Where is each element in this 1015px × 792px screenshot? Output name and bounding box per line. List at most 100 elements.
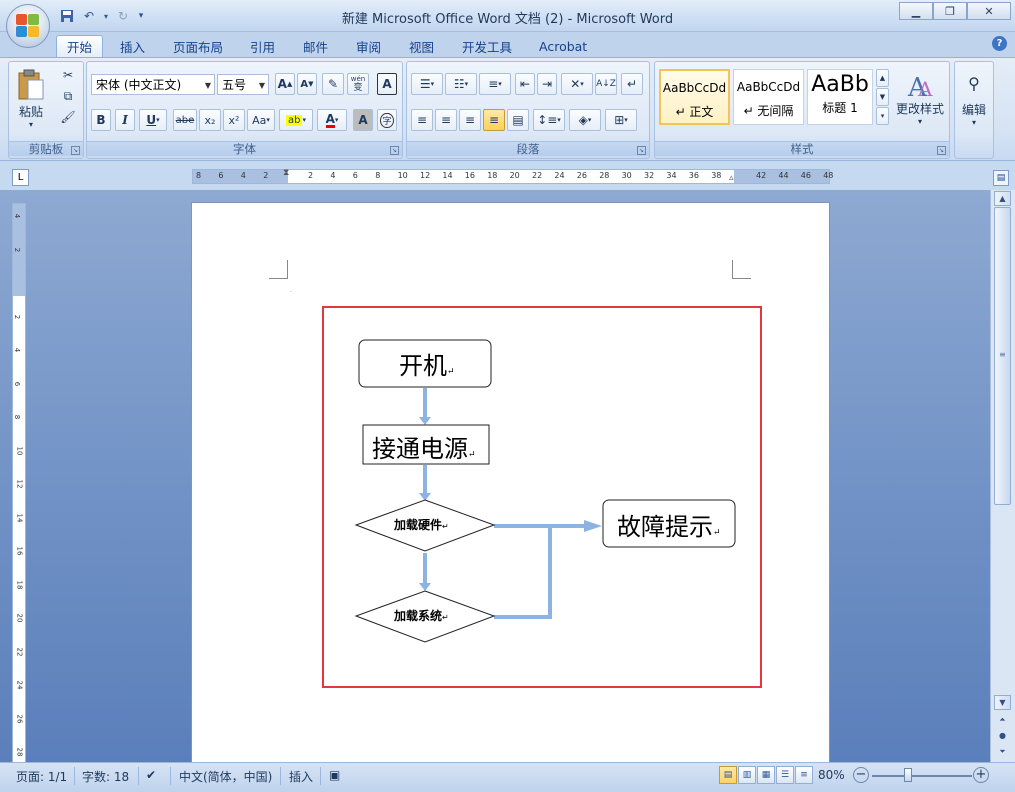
increase-indent-icon[interactable]: ⇥	[537, 73, 557, 95]
close-button[interactable]: ✕	[967, 2, 1011, 20]
zoom-slider-thumb[interactable]	[904, 768, 912, 782]
right-indent-marker-icon[interactable]: ▵	[729, 173, 734, 183]
subscript-button[interactable]: x₂	[199, 109, 221, 131]
tab-developer[interactable]: 开发工具	[452, 35, 522, 57]
paragraph-group-label: 段落	[407, 141, 649, 156]
underline-button[interactable]: U ▾	[139, 109, 167, 131]
restore-button[interactable]: ❐	[933, 2, 967, 20]
paragraph-launcher-icon[interactable]: ↘	[637, 146, 646, 155]
scroll-up-icon[interactable]: ▲	[994, 191, 1011, 206]
ruler-number: 4	[240, 171, 246, 180]
chinese-layout-button[interactable]: ✕ ▾	[561, 73, 593, 95]
styles-scroll-down-icon[interactable]: ▼	[876, 88, 889, 106]
tab-selector-icon[interactable]: L	[12, 169, 29, 186]
editing-button[interactable]: ⚲ 编辑 ▾	[957, 64, 991, 136]
minimize-button[interactable]: ▁	[899, 2, 933, 20]
shading-button[interactable]: ◈ ▾	[569, 109, 601, 131]
strikethrough-button[interactable]: abe	[173, 109, 197, 131]
proofing-icon[interactable]: ✔	[146, 768, 156, 782]
font-launcher-icon[interactable]: ↘	[390, 146, 399, 155]
styles-more-icon[interactable]: ▾	[876, 107, 889, 125]
macro-record-icon[interactable]: ▣	[329, 768, 340, 782]
outline-view-icon[interactable]: ☰	[776, 766, 794, 784]
decrease-indent-icon[interactable]: ⇤	[515, 73, 535, 95]
numbering-button[interactable]: ☷ ▾	[445, 73, 477, 95]
zoom-in-icon[interactable]: +	[973, 767, 989, 783]
scroll-down-icon[interactable]: ▼	[994, 695, 1011, 710]
document-page[interactable]: . 开机↵ 接通电源↵ 加载硬件↵ 加载系统↵ 故障提示↵	[191, 202, 830, 762]
view-ruler-icon[interactable]: ▤	[993, 170, 1009, 186]
tab-review[interactable]: 审阅	[346, 35, 391, 57]
borders-button[interactable]: ⊞ ▾	[605, 109, 637, 131]
enclose-char-button[interactable]: 字	[377, 109, 397, 131]
zoom-slider-track[interactable]	[872, 775, 972, 777]
draft-view-icon[interactable]: ≡	[795, 766, 813, 784]
change-styles-button[interactable]: AA 更改样式 ▾	[893, 64, 947, 134]
vertical-scrollbar[interactable]: ▲ ≡ ▼ ⏶ ● ⏷	[990, 190, 1015, 762]
select-browse-object-icon[interactable]: ●	[994, 728, 1011, 743]
format-painter-icon[interactable]: 🖌	[57, 108, 79, 126]
change-case-button[interactable]: Aa ▾	[247, 109, 275, 131]
tab-insert[interactable]: 插入	[110, 35, 155, 57]
line-spacing-button[interactable]: ↕≡ ▾	[533, 109, 565, 131]
paste-label: 粘贴	[18, 105, 43, 119]
tab-home[interactable]: 开始	[56, 35, 104, 57]
tab-view[interactable]: 视图	[399, 35, 444, 57]
align-left-icon[interactable]: ≡	[411, 109, 433, 131]
align-center-icon[interactable]: ≡	[435, 109, 457, 131]
paste-button[interactable]: 粘贴 ▾	[13, 64, 49, 134]
clear-formatting-icon[interactable]: ✎	[322, 73, 344, 95]
style-normal[interactable]: AaBbCcDd ↵ 正文	[659, 69, 730, 125]
shrink-font-button[interactable]: A ▼	[297, 73, 317, 95]
italic-button[interactable]: I	[115, 109, 135, 131]
font-name-combo[interactable]: 宋体 (中文正文) ▼	[91, 74, 215, 95]
phonetic-guide-button[interactable]: wén 变	[347, 73, 369, 95]
grow-font-button[interactable]: A ▲	[275, 73, 295, 95]
bullets-button[interactable]: ☰ ▾	[411, 73, 443, 95]
scroll-thumb[interactable]: ≡	[994, 207, 1011, 505]
ruler-number: 32	[644, 171, 655, 180]
char-border-button[interactable]: A	[377, 73, 397, 95]
styles-launcher-icon[interactable]: ↘	[937, 146, 946, 155]
vertical-ruler[interactable]: 4 2 2 4 6 8 10 12 14 16 18 20 22 24 26 28	[12, 203, 26, 762]
distributed-icon[interactable]: ▤	[507, 109, 529, 131]
tab-mailings[interactable]: 邮件	[293, 35, 338, 57]
zoom-out-icon[interactable]: −	[853, 767, 869, 783]
show-marks-icon[interactable]: ↵	[621, 73, 643, 95]
font-color-button[interactable]: A ▾	[317, 109, 347, 131]
copy-icon[interactable]: ⧉	[57, 87, 79, 105]
styles-scroll-up-icon[interactable]: ▲	[876, 69, 889, 87]
align-right-icon[interactable]: ≡	[459, 109, 481, 131]
cut-icon[interactable]: ✂	[57, 66, 79, 84]
office-button[interactable]	[6, 4, 50, 48]
zoom-level[interactable]: 80%	[818, 768, 845, 782]
previous-page-icon[interactable]: ⏶	[994, 712, 1011, 727]
indent-marker-icon[interactable]: ⧗	[283, 168, 289, 178]
tab-references[interactable]: 引用	[240, 35, 285, 57]
ruler-number: 2	[13, 314, 22, 319]
superscript-button[interactable]: x²	[223, 109, 245, 131]
next-page-icon[interactable]: ⏷	[994, 744, 1011, 759]
style-no-spacing[interactable]: AaBbCcDd ↵ 无间隔	[733, 69, 804, 125]
full-screen-reading-icon[interactable]: ▥	[738, 766, 756, 784]
status-words[interactable]: 字数: 18	[82, 768, 129, 785]
status-language[interactable]: 中文(简体，中国)	[179, 768, 272, 785]
sort-icon[interactable]: A↓Z	[595, 73, 617, 95]
tab-acrobat[interactable]: Acrobat	[529, 35, 597, 57]
multilevel-list-button[interactable]: ≡ ▾	[479, 73, 511, 95]
tab-page-layout[interactable]: 页面布局	[163, 35, 233, 57]
help-icon[interactable]: ?	[992, 36, 1007, 51]
style-heading-1[interactable]: AaBb 标题 1	[807, 69, 873, 125]
highlight-button[interactable]: ab ▾	[279, 109, 313, 131]
flow-load-system-text: 加载系统	[394, 609, 443, 623]
font-size-combo[interactable]: 五号 ▼	[217, 74, 269, 95]
horizontal-ruler[interactable]: 8 6 4 2 2 4 6 8 10 12 14 16 18 20 22 24 26 28 30 32 34 36 38 42…	[192, 168, 833, 184]
status-mode[interactable]: 插入	[289, 768, 313, 785]
web-layout-icon[interactable]: ▦	[757, 766, 775, 784]
clipboard-launcher-icon[interactable]: ↘	[71, 146, 80, 155]
bold-button[interactable]: B	[91, 109, 111, 131]
status-page[interactable]: 页面: 1/1	[16, 768, 67, 785]
print-layout-view-icon[interactable]: ▤	[719, 766, 737, 784]
justify-icon[interactable]: ≡	[483, 109, 505, 131]
char-shading-button[interactable]: A	[353, 109, 373, 131]
